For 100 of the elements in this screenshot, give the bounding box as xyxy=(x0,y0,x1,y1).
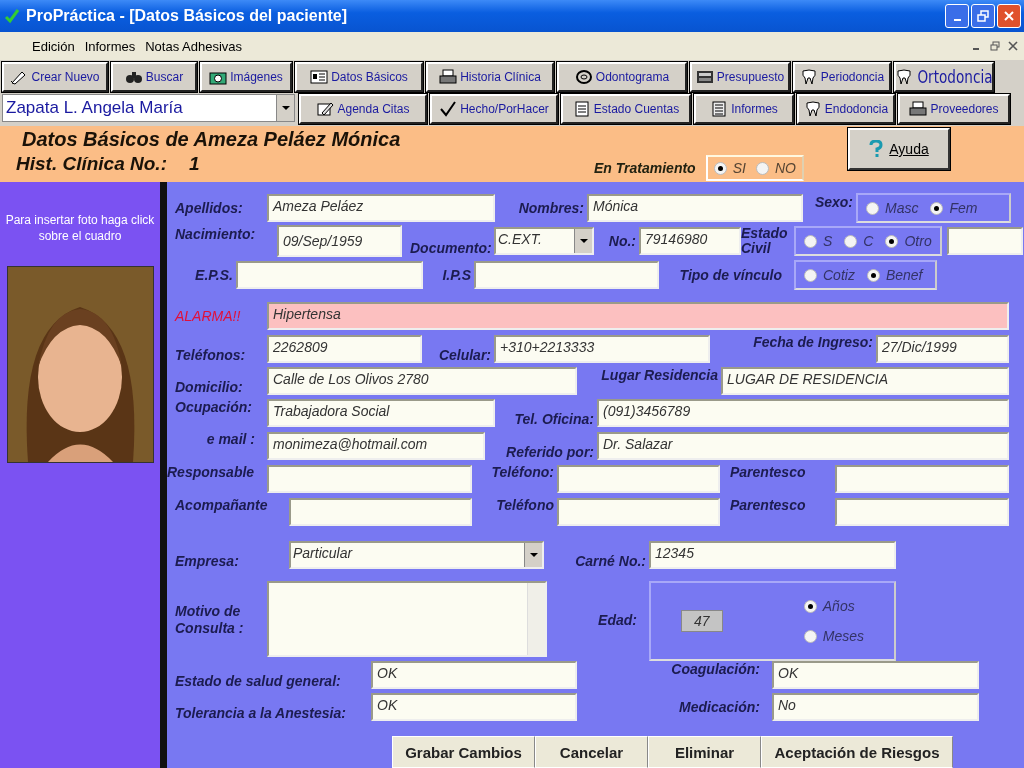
field-label: Domicilio: xyxy=(174,379,244,397)
record-number: 1 xyxy=(188,153,200,175)
field-label: Responsable xyxy=(167,463,256,480)
ring-icon xyxy=(574,69,593,85)
input-field[interactable]: No xyxy=(772,693,979,721)
tooth-icon xyxy=(799,69,818,85)
card-icon xyxy=(310,69,329,85)
input-field[interactable]: OK xyxy=(371,661,577,689)
input-field[interactable]: Calle de Los Olivos 2780 xyxy=(267,367,577,395)
tooth-icon xyxy=(803,101,822,117)
field-label: Apellidos: xyxy=(174,200,244,216)
document-icon xyxy=(572,101,591,117)
toolbar-button[interactable]: Crear Nuevo xyxy=(2,62,108,92)
field-label: E.P.S. xyxy=(194,267,234,283)
input-field[interactable]: 12345 xyxy=(649,541,896,569)
toolbar-button[interactable]: Hecho/PorHacer xyxy=(430,94,558,124)
patient-dropdown[interactable]: Zapata L. Angela María xyxy=(2,94,295,122)
input-field[interactable] xyxy=(835,498,1009,526)
input-field[interactable]: Mónica xyxy=(587,194,803,222)
radio-option[interactable]: SI xyxy=(713,160,746,176)
input-field[interactable]: Trabajadora Social xyxy=(267,399,495,427)
field-label: e mail : xyxy=(205,430,256,447)
input-field[interactable]: 09/Sep/1959 xyxy=(277,225,402,257)
action-button[interactable]: Grabar Cambios xyxy=(392,736,535,768)
restore-icon xyxy=(977,10,989,22)
input-field[interactable]: Ameza Peláez xyxy=(267,194,495,222)
input-field[interactable] xyxy=(289,498,472,526)
field-label: Teléfonos: xyxy=(174,347,247,365)
input-field[interactable]: OK xyxy=(371,693,577,721)
action-button[interactable]: Aceptación de Riesgos xyxy=(761,736,953,768)
input-field[interactable] xyxy=(557,464,720,493)
toolbar-button[interactable]: Presupuesto xyxy=(690,62,790,92)
field-label: Coagulación: xyxy=(670,660,761,677)
toolbar-button[interactable]: Historia Clínica xyxy=(426,62,554,92)
close-icon[interactable] xyxy=(1008,41,1018,51)
toolbar-button[interactable]: Buscar xyxy=(111,62,197,92)
input-field[interactable]: +310+2213333 xyxy=(494,334,710,363)
field-label: Estado Civil xyxy=(741,226,789,256)
company-dropdown[interactable]: Particular xyxy=(289,541,544,569)
field-label: Nacimiento: xyxy=(174,225,257,242)
field-label: Parentesco xyxy=(729,496,807,513)
help-button[interactable]: Ayuda xyxy=(848,128,950,170)
scrollbar[interactable] xyxy=(527,583,545,655)
text-area[interactable] xyxy=(267,581,547,657)
alarm-field[interactable]: Hipertensa xyxy=(267,302,1009,330)
field-label: Tolerancia a la Anestesia: xyxy=(174,705,347,723)
toolbar-button[interactable]: Informes xyxy=(694,94,794,124)
toolbar-button[interactable]: Proveedores xyxy=(898,94,1010,124)
restore-button[interactable] xyxy=(971,4,995,28)
input-field[interactable] xyxy=(267,464,472,493)
action-button[interactable]: Eliminar xyxy=(648,736,761,768)
input-field[interactable]: 79146980 xyxy=(639,227,741,255)
toolbar-button[interactable]: Periodoncia xyxy=(793,62,891,92)
radio-option[interactable]: NO xyxy=(755,160,796,176)
toolbar-button[interactable]: Ortodoncia xyxy=(894,62,994,92)
input-field[interactable] xyxy=(835,464,1009,493)
toolbar-button[interactable]: Agenda Citas xyxy=(299,94,427,124)
toolbar-button[interactable]: Imágenes xyxy=(200,62,292,92)
document-type-dropdown[interactable]: C.EXT. xyxy=(494,227,594,255)
dropdown-arrow-icon xyxy=(281,106,290,110)
field-label: Lugar Residencia xyxy=(600,366,719,383)
field-label: Documento: xyxy=(409,240,493,258)
field-label: Carné No.: xyxy=(574,553,647,571)
toolbar-button[interactable]: Datos Básicos xyxy=(295,62,423,92)
question-icon xyxy=(869,140,884,158)
input-field[interactable]: OK xyxy=(772,661,979,689)
menu-item[interactable]: Edición xyxy=(32,38,75,54)
input-field[interactable] xyxy=(947,227,1023,255)
input-field[interactable] xyxy=(557,498,720,526)
field-label: Ocupación: xyxy=(174,398,253,415)
action-button[interactable]: Cancelar xyxy=(535,736,648,768)
input-field[interactable]: 2262809 xyxy=(267,334,422,363)
input-field[interactable]: (091)3456789 xyxy=(597,399,1009,427)
toolbar-button[interactable]: Estado Cuentas xyxy=(561,94,691,124)
input-field[interactable]: monimeza@hotmail.com xyxy=(267,431,485,460)
minimize-button[interactable] xyxy=(945,4,969,28)
close-button[interactable] xyxy=(997,4,1021,28)
field-label: Referido por: xyxy=(505,444,595,462)
pen-icon xyxy=(316,101,335,117)
field-label: Acompañante xyxy=(174,496,269,513)
field-label: Edad: xyxy=(597,612,638,628)
input-field[interactable]: Dr. Salazar xyxy=(597,431,1009,460)
field-label: Teléfono: xyxy=(490,463,555,480)
printer-icon xyxy=(909,101,928,117)
dropdown-arrow-icon xyxy=(579,239,588,243)
record-label: Hist. Clínica No.: xyxy=(16,153,167,175)
input-field[interactable]: 27/Dic/1999 xyxy=(876,334,1009,363)
window-title: ProPráctica - [Datos Básicos del paciente] xyxy=(26,7,348,25)
input-field[interactable]: LUGAR DE RESIDENCIA xyxy=(721,367,1009,395)
close-icon xyxy=(1003,10,1015,22)
restore-icon[interactable] xyxy=(990,41,1000,51)
patient-title: Datos Básicos de Ameza Peláez Mónica xyxy=(22,128,402,151)
menu-item[interactable]: Informes xyxy=(84,38,136,54)
toolbar-button[interactable]: Endodoncia xyxy=(797,94,895,124)
input-field[interactable] xyxy=(474,261,659,289)
menu-item[interactable]: Notas Adhesivas xyxy=(145,38,243,54)
check-icon xyxy=(439,101,458,117)
dropdown-arrow-icon xyxy=(529,553,538,557)
toolbar-button[interactable]: Odontograma xyxy=(557,62,687,92)
input-field[interactable] xyxy=(236,261,423,289)
